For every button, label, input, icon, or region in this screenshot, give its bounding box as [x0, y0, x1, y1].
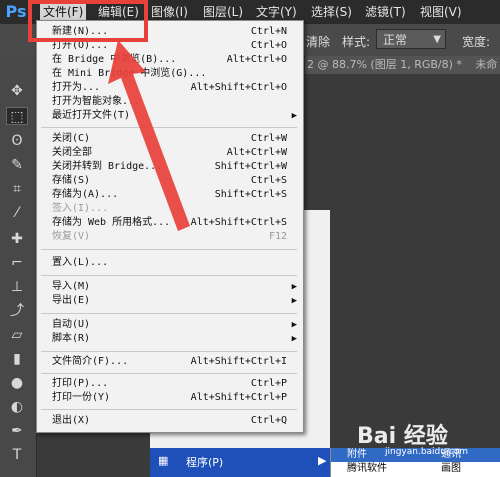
- eyedropper-tool-icon[interactable]: ⁄: [6, 204, 28, 222]
- menu-item-new[interactable]: 新建(N)... Ctrl+N: [37, 25, 303, 39]
- tools-panel: ✥ ⬚ ʘ ✎ ⌗ ⁄ ✚ ⌐ ⊥ ⤴ ▱ ▮ ● ◐ ✒ T: [0, 56, 37, 477]
- document-tab[interactable]: 2 @ 88.7% (图层 1, RGB/8) *: [307, 58, 462, 71]
- watermark-url: jingyan.baidu.com: [385, 447, 469, 457]
- submenu-arrow-icon: ▶: [291, 320, 297, 330]
- gradient-tool-icon[interactable]: ▮: [6, 350, 28, 368]
- menu-item-import[interactable]: 导入(M) ▶: [37, 280, 303, 294]
- menu-image[interactable]: 图像(I): [151, 4, 188, 20]
- stamp-tool-icon[interactable]: ⊥: [6, 278, 28, 296]
- menu-separator: [41, 127, 297, 128]
- programs-icon: ▦: [158, 454, 169, 467]
- menu-item-browse-bridge[interactable]: 在 Bridge 中浏览(B)... Alt+Ctrl+O: [37, 53, 303, 67]
- menu-separator: [41, 249, 297, 250]
- file-menu-dropdown: 新建(N)... Ctrl+N 打开(O)... Ctrl+O 在 Bridge 中…: [36, 20, 304, 433]
- menu-filter[interactable]: 滤镜(T): [365, 4, 406, 20]
- style-label: 样式:: [342, 35, 371, 49]
- type-tool-icon[interactable]: T: [6, 446, 28, 464]
- chevron-down-icon: ▼: [433, 34, 441, 45]
- submenu-arrow-icon: ▶: [291, 334, 297, 344]
- style-select[interactable]: 正常 ▼: [376, 29, 446, 49]
- menu-layer[interactable]: 图层(L): [203, 4, 243, 20]
- menu-item-save-as[interactable]: 存储为(A)... Shift+Ctrl+S: [37, 188, 303, 202]
- menu-edit[interactable]: 编辑(E): [98, 4, 139, 20]
- submenu-arrow-icon: ▶: [291, 111, 297, 121]
- start-menu-programs: ▦ 程序(P) ▶: [150, 448, 330, 477]
- menu-item-export[interactable]: 导出(E) ▶: [37, 294, 303, 308]
- width-label: 宽度:: [462, 35, 491, 49]
- menu-item-automate[interactable]: 自动(U) ▶: [37, 318, 303, 332]
- menu-separator: [41, 313, 297, 314]
- style-value: 正常: [383, 33, 408, 47]
- dodge-tool-icon[interactable]: ◐: [6, 398, 28, 416]
- lasso-tool-icon[interactable]: ʘ: [6, 132, 28, 150]
- menu-separator: [41, 275, 297, 276]
- menu-type[interactable]: 文字(Y): [256, 4, 297, 20]
- eraser-tool-icon[interactable]: ▱: [6, 326, 28, 344]
- menu-item-open-smart-object[interactable]: 打开为智能对象...: [37, 95, 303, 109]
- menu-item-revert: 恢复(V) F12: [52, 231, 287, 242]
- submenu-arrow-icon: ▶: [291, 296, 297, 306]
- menu-item-recent-files[interactable]: 最近打开文件(T) ▶: [37, 109, 303, 123]
- chevron-right-icon: ▶: [318, 454, 327, 467]
- pen-tool-icon[interactable]: ✒: [6, 422, 28, 440]
- menu-item-open[interactable]: 打开(O)... Ctrl+O: [37, 39, 303, 53]
- photoshop-logo: Ps: [5, 2, 27, 21]
- menu-item-close-goto-bridge[interactable]: 关闭并转到 Bridge... Shift+Ctrl+W: [37, 160, 303, 174]
- blur-tool-icon[interactable]: ●: [6, 374, 28, 392]
- menu-item-close[interactable]: 关闭(C) Ctrl+W: [37, 132, 303, 146]
- move-tool-icon[interactable]: ✥: [6, 82, 28, 100]
- menu-item-exit[interactable]: 退出(X) Ctrl+Q: [37, 414, 303, 428]
- menu-separator: [41, 409, 297, 410]
- menu-view[interactable]: 视图(V): [420, 4, 462, 20]
- menu-item-place[interactable]: 置入(L)...: [37, 256, 303, 270]
- menu-item-save-for-web[interactable]: 存储为 Web 所用格式... Alt+Shift+Ctrl+S: [37, 216, 303, 230]
- brush-tool-icon[interactable]: ⌐: [6, 254, 28, 272]
- menu-item-browse-mini-bridge[interactable]: 在 Mini Bridge 中浏览(G)...: [37, 67, 303, 81]
- menu-file[interactable]: 文件(F): [40, 4, 87, 20]
- menu-separator: [41, 373, 297, 374]
- menu-item-print-one-copy[interactable]: 打印一份(Y) Alt+Shift+Ctrl+P: [37, 391, 303, 405]
- history-brush-tool-icon[interactable]: ⤴: [6, 302, 28, 320]
- menu-item-close-all[interactable]: 关闭全部 Alt+Ctrl+W: [37, 146, 303, 160]
- menu-item-scripts[interactable]: 脚本(R) ▶: [37, 332, 303, 346]
- quick-select-tool-icon[interactable]: ✎: [6, 156, 28, 174]
- programs-menu-item[interactable]: 程序(P): [186, 454, 223, 470]
- menu-item-print[interactable]: 打印(P)... Ctrl+P: [37, 377, 303, 391]
- submenu-item[interactable]: 腾讯软件 画图: [331, 462, 500, 476]
- marquee-tool-icon[interactable]: ⬚: [6, 107, 28, 125]
- menu-item-save[interactable]: 存储(S) Ctrl+S: [37, 174, 303, 188]
- menu-select[interactable]: 选择(S): [311, 4, 352, 20]
- document-tabs: 2 @ 88.7% (图层 1, RGB/8) * 未命: [305, 56, 500, 74]
- menu-item-file-info[interactable]: 文件简介(F)... Alt+Shift+Ctrl+I: [37, 355, 303, 369]
- crop-tool-icon[interactable]: ⌗: [6, 180, 28, 198]
- watermark-logo: Bai 经验: [357, 424, 448, 449]
- clear-button[interactable]: 清除: [306, 33, 330, 50]
- menu-separator: [41, 351, 297, 352]
- submenu-arrow-icon: ▶: [291, 282, 297, 292]
- healing-brush-tool-icon[interactable]: ✚: [6, 230, 28, 248]
- menu-item-open-as[interactable]: 打开为... Alt+Shift+Ctrl+O: [37, 81, 303, 95]
- menu-item-check-in: 签入(I)...: [52, 203, 109, 214]
- document-tab-2[interactable]: 未命: [475, 58, 497, 71]
